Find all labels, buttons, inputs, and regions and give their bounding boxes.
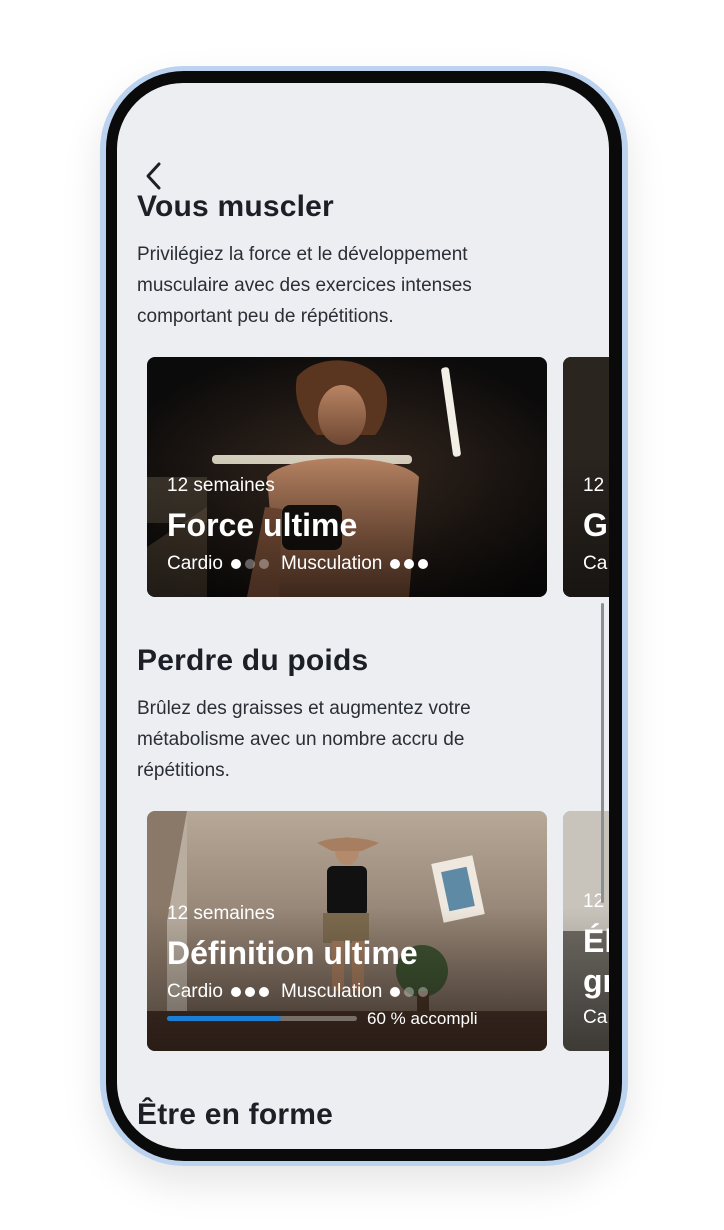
card-title-line-2: gr bbox=[583, 963, 609, 999]
level-dot bbox=[258, 987, 269, 997]
tag-label-cardio: Cardio bbox=[167, 553, 223, 574]
card-tags: Cardio Musculation bbox=[167, 981, 440, 1003]
section-title-vous-muscler: Vous muscler bbox=[137, 190, 334, 223]
level-dot bbox=[244, 987, 255, 997]
cardio-level-dots bbox=[230, 987, 269, 997]
progress-bar-fill bbox=[167, 1016, 281, 1021]
program-card-peek[interactable]: 12 G Ca bbox=[563, 357, 609, 597]
card-title: Définition ultime bbox=[167, 935, 418, 971]
musculation-level-dots bbox=[390, 987, 429, 997]
card-duration: 12 bbox=[583, 475, 605, 496]
chevron-left-icon bbox=[146, 162, 161, 190]
level-dot bbox=[230, 987, 241, 997]
level-dot bbox=[258, 559, 269, 569]
section-description: Brûlez des graisses et augmentez votre m… bbox=[137, 698, 471, 781]
card-tags: Ca bbox=[583, 553, 608, 574]
tag-label-musculation: Musculation bbox=[280, 981, 383, 1002]
progress-label: 60 % accompli bbox=[367, 1009, 478, 1028]
section-title-etre-en-forme: Être en forme bbox=[137, 1098, 333, 1131]
card-duration: 12 semaines bbox=[167, 903, 275, 924]
progress-bar bbox=[167, 1016, 357, 1021]
card-title: G bbox=[583, 507, 608, 543]
level-dot bbox=[404, 559, 415, 569]
card-duration: 12 semaines bbox=[167, 475, 275, 496]
card-shade bbox=[147, 811, 547, 1051]
level-dot bbox=[230, 559, 241, 569]
level-dot bbox=[244, 559, 255, 569]
level-dot bbox=[418, 987, 429, 997]
card-tags: Ca bbox=[583, 1007, 608, 1028]
card-title: Force ultime bbox=[167, 507, 358, 543]
section-description: Privilégiez la force et le développement… bbox=[137, 244, 472, 327]
level-dot bbox=[418, 559, 429, 569]
musculation-level-dots bbox=[390, 559, 429, 569]
app-screen: Vous muscler Privilégiez la force et le … bbox=[117, 83, 609, 1149]
program-card-force-ultime[interactable]: 12 semaines Force ultime Cardio Musculat… bbox=[147, 357, 547, 597]
section-title-perdre-du-poids: Perdre du poids bbox=[137, 644, 369, 677]
tag-label-musculation: Musculation bbox=[280, 553, 383, 574]
card-tags: Cardio Musculation bbox=[167, 553, 440, 575]
level-dot bbox=[390, 559, 401, 569]
level-dot bbox=[404, 987, 415, 997]
tag-label-cardio: Cardio bbox=[167, 981, 223, 1002]
scrollbar[interactable] bbox=[601, 603, 604, 903]
cardio-level-dots bbox=[230, 559, 269, 569]
back-button[interactable] bbox=[139, 161, 169, 191]
card-title-line-1: Él bbox=[583, 923, 609, 959]
program-card-definition-ultime[interactable]: 12 semaines Définition ultime Cardio Mus… bbox=[147, 811, 547, 1051]
level-dot bbox=[390, 987, 401, 997]
